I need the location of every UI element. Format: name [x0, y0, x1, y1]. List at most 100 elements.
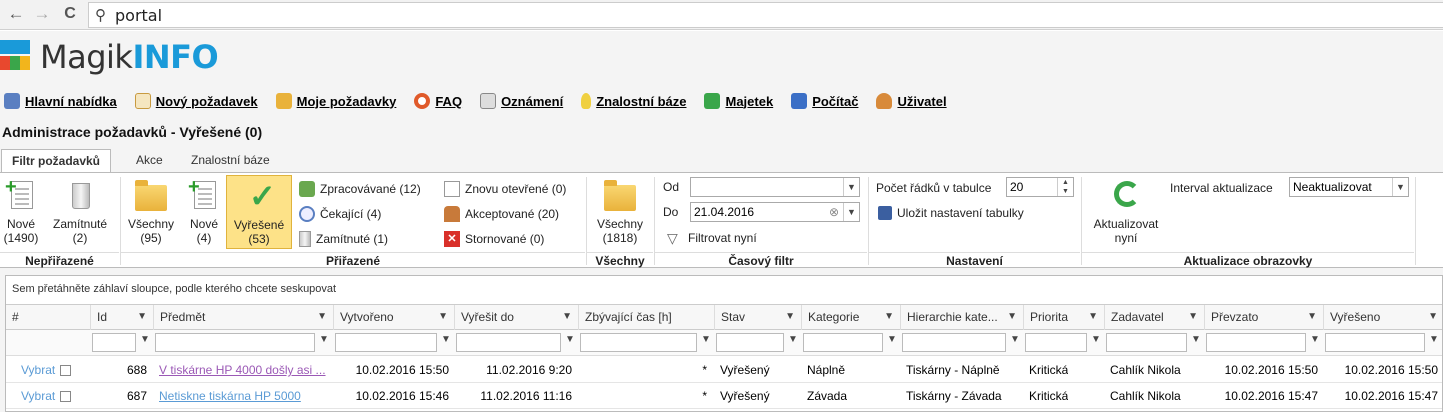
assigned-all-button[interactable]: Všechny (95)	[124, 179, 178, 245]
rejected-button[interactable]: Zamítnuté (1)	[299, 231, 388, 247]
filter-icon[interactable]: ▼	[438, 305, 448, 329]
tab-filtr-pozadavku[interactable]: Filtr požadavků	[1, 149, 112, 174]
row-checkbox[interactable]	[60, 391, 72, 403]
filter-icon[interactable]: ▼	[1428, 305, 1438, 329]
back-button[interactable]: ←	[6, 5, 26, 23]
col-header-stav[interactable]: Stav ▼	[714, 305, 801, 330]
filter-icon[interactable]: ▼	[1307, 305, 1317, 329]
menu-item-hlavni-nabidka[interactable]: Hlavní nabídka	[4, 91, 117, 111]
col-header-prevzato[interactable]: Převzato ▼	[1204, 305, 1323, 330]
group-by-panel[interactable]: Sem přetáhněte záhlaví sloupce, podle kt…	[6, 276, 1442, 305]
tab-znalostni-baze[interactable]: Znalostní báze	[181, 149, 280, 173]
spinner-icon[interactable]: ▲ ▼	[1057, 178, 1073, 196]
assigned-resolved-button[interactable]: ✓ Vyřešené (53)	[226, 175, 292, 249]
unassigned-rejected-button[interactable]: Zamítnuté (2)	[48, 179, 112, 245]
col-header-priorita[interactable]: Priorita ▼	[1023, 305, 1104, 330]
refresh-now-button[interactable]: Aktualizovat nyní	[1088, 179, 1164, 245]
col-header-kategorie[interactable]: Kategorie ▼	[801, 305, 900, 330]
funnel-icon[interactable]: ▼	[140, 334, 150, 345]
col-header-hierarchie[interactable]: Hierarchie kate... ▼	[900, 305, 1023, 330]
address-bar[interactable]: ⚲ portal	[88, 2, 1443, 28]
cell-id: 687	[126, 389, 147, 403]
col-header-zbyvajici-cas[interactable]: Zbývající čas [h]	[578, 305, 714, 330]
filter-icon[interactable]: ▼	[137, 305, 147, 329]
accepted-button[interactable]: Akceptované (20)	[444, 206, 559, 222]
filter-input-predmet[interactable]	[155, 333, 315, 352]
col-header-vyresit-do[interactable]: Vyřešit do ▼	[454, 305, 578, 330]
filter-input-zadavatel[interactable]	[1106, 333, 1187, 352]
filter-input-vyreseno[interactable]	[1325, 333, 1425, 352]
chevron-down-icon[interactable]: ▼	[1392, 178, 1408, 196]
filter-input-priorita[interactable]	[1025, 333, 1087, 352]
select-link[interactable]: Vybrat	[21, 389, 55, 403]
chevron-down-icon[interactable]: ▼	[843, 178, 859, 196]
row-checkbox[interactable]	[60, 365, 72, 377]
funnel-icon[interactable]: ▼	[1429, 334, 1439, 345]
processing-button[interactable]: Zpracovávané (12)	[299, 181, 421, 197]
filter-icon[interactable]: ▼	[785, 305, 795, 329]
filter-input-vytvoreno[interactable]	[335, 333, 437, 352]
filter-input-vyresit-do[interactable]	[456, 333, 561, 352]
col-header-predmet[interactable]: Předmět ▼	[153, 305, 333, 330]
filter-now-button[interactable]: ▽ Filtrovat nyní	[667, 230, 757, 246]
funnel-icon[interactable]: ▼	[1091, 334, 1101, 345]
filter-input-hierarchie[interactable]	[902, 333, 1006, 352]
filter-icon[interactable]: ▼	[1188, 305, 1198, 329]
cell-id: 688	[126, 363, 147, 377]
menu-item-novy-pozadavek[interactable]: Nový požadavek	[134, 91, 258, 111]
filter-icon[interactable]: ▼	[1007, 305, 1017, 329]
funnel-icon[interactable]: ▼	[1191, 334, 1201, 345]
assigned-new-button[interactable]: + Nové (4)	[185, 177, 223, 245]
forward-button[interactable]: →	[32, 5, 52, 23]
funnel-icon[interactable]: ▼	[319, 334, 329, 345]
filter-icon[interactable]: ▼	[1088, 305, 1098, 329]
select-link[interactable]: Vybrat	[21, 363, 55, 377]
interval-select[interactable]: Neaktualizovat ▼	[1289, 177, 1409, 197]
save-settings-button[interactable]: Uložit nastavení tabulky	[878, 206, 1024, 220]
tab-akce[interactable]: Akce	[126, 149, 173, 173]
col-header-vytvoreno[interactable]: Vytvořeno ▼	[333, 305, 454, 330]
subject-link[interactable]: Netiskne tiskárna HP 5000	[159, 389, 301, 403]
menu-item-pocitac[interactable]: Počítač	[791, 91, 858, 111]
all-requests-button[interactable]: Všechny (1818)	[592, 179, 648, 245]
funnel-icon[interactable]: ▼	[788, 334, 798, 345]
filter-input-id[interactable]	[92, 333, 136, 352]
unassigned-new-button[interactable]: + Nové (1490)	[2, 177, 40, 245]
filter-input-stav[interactable]	[716, 333, 784, 352]
funnel-icon[interactable]: ▼	[1310, 334, 1320, 345]
col-header-zadavatel[interactable]: Zadavatel ▼	[1104, 305, 1204, 330]
clear-icon[interactable]: ⊗	[829, 203, 839, 221]
filter-icon[interactable]: ▼	[562, 305, 572, 329]
reopened-button[interactable]: Znovu otevřené (0)	[444, 181, 566, 197]
funnel-icon[interactable]: ▼	[565, 334, 575, 345]
menu-item-moje-pozadavky[interactable]: Moje požadavky	[275, 91, 396, 111]
rows-count-stepper[interactable]: 20 ▲ ▼	[1006, 177, 1074, 197]
filter-input-prevzato[interactable]	[1206, 333, 1306, 352]
filter-icon[interactable]: ▼	[317, 305, 327, 329]
col-header-vyreseno[interactable]: Vyřešeno ▼	[1323, 305, 1443, 330]
funnel-icon[interactable]: ▼	[701, 334, 711, 345]
col-header-hash[interactable]: #	[6, 305, 90, 330]
do-date-picker[interactable]: 21.04.2016 ⊗ ▼	[690, 202, 860, 222]
filter-input-zbyvajici[interactable]	[580, 333, 697, 352]
menu-item-majetek[interactable]: Majetek	[704, 91, 773, 111]
reload-button[interactable]: C	[60, 5, 80, 23]
chevron-down-icon[interactable]: ▼	[843, 203, 859, 221]
table-row[interactable]: Vybrat 687 Netiskne tiskárna HP 5000 10.…	[6, 383, 1442, 409]
od-date-picker[interactable]: ▼	[690, 177, 860, 197]
waiting-button[interactable]: Čekající (4)	[299, 206, 381, 222]
menu-item-znalostni-baze[interactable]: Znalostní báze	[581, 91, 686, 111]
cancelled-button[interactable]: ✕ Stornované (0)	[444, 231, 544, 247]
menu-item-uzivatel[interactable]: Uživatel	[876, 91, 947, 111]
funnel-icon[interactable]: ▼	[1010, 334, 1020, 345]
menu-item-oznameni[interactable]: Oznámení	[480, 91, 563, 111]
col-header-id[interactable]: Id ▼	[90, 305, 153, 330]
filter-input-kategorie[interactable]	[803, 333, 883, 352]
funnel-icon[interactable]: ▼	[887, 334, 897, 345]
subject-link[interactable]: V tiskárne HP 4000 došly asi ...	[159, 363, 326, 377]
table-row[interactable]: Vybrat 688 V tiskárne HP 4000 došly asi …	[6, 357, 1442, 383]
do-label: Do	[663, 205, 679, 219]
menu-item-faq[interactable]: FAQ	[414, 91, 462, 111]
filter-icon[interactable]: ▼	[884, 305, 894, 329]
funnel-icon[interactable]: ▼	[441, 334, 451, 345]
